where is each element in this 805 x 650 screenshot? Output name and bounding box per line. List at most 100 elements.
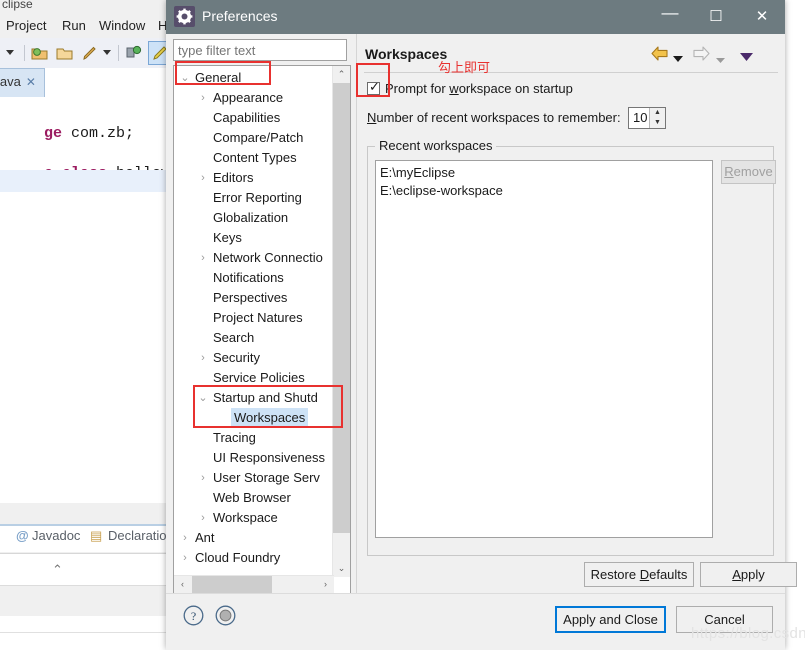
tree-item-label: Network Connectio (213, 250, 323, 265)
tree-item-label: Editors (213, 170, 254, 185)
minimize-button[interactable]: — (647, 0, 693, 34)
page-title: Workspaces (365, 46, 448, 62)
chevron-right-icon[interactable]: › (196, 168, 210, 188)
menu-project[interactable]: Project (6, 18, 46, 33)
filter-input-wrapper[interactable] (173, 39, 347, 61)
preferences-dialog: Preferences — ☐ ✕ ⌄General›AppearanceCap… (166, 0, 805, 650)
recent-count-value[interactable]: 10 (633, 110, 647, 125)
close-button[interactable]: ✕ (739, 0, 785, 34)
workspace-list-item[interactable]: E:\myEclipse (380, 165, 455, 180)
recent-count-label: Number of recent workspaces to remember: (367, 110, 621, 125)
chevron-right-icon[interactable]: › (196, 468, 210, 488)
at-symbol-icon: @ (16, 528, 29, 543)
page-title-divider (364, 72, 778, 73)
vscroll-thumb[interactable] (333, 83, 350, 533)
tree-item-label: Globalization (213, 210, 289, 225)
menu-run[interactable]: Run (62, 18, 86, 33)
chevron-right-icon[interactable]: › (178, 528, 192, 548)
chevron-right-icon[interactable]: › (196, 348, 210, 368)
apply-post: pply (740, 567, 765, 582)
apply-button[interactable]: Apply (700, 562, 797, 587)
open-project-icon[interactable] (31, 44, 49, 62)
maximize-icon: ☐ (709, 8, 723, 25)
chevron-right-icon[interactable]: › (196, 88, 210, 108)
restore-pre: Restore (590, 567, 640, 582)
tree-item-label: User Storage Serv (213, 470, 320, 485)
forward-arrow-icon (693, 46, 710, 66)
filter-input[interactable] (174, 40, 346, 60)
stepper-down-icon[interactable]: ▼ (650, 118, 665, 128)
editor-tab-label: java (0, 74, 21, 89)
background-window-title: clipse (2, 0, 33, 11)
tree-node-list[interactable]: ⌄ General › Appearance Capabilities Compare/P… (174, 66, 334, 578)
annotation-box-general (175, 61, 271, 85)
tree-item-label: Capabilities (213, 110, 281, 125)
chevron-right-icon[interactable]: › (196, 248, 210, 268)
pencil-icon[interactable] (81, 44, 99, 62)
dialog-titlebar: Preferences — ☐ ✕ (166, 0, 785, 34)
chevron-right-icon[interactable]: › (196, 508, 210, 528)
dialog-title: Preferences (202, 8, 278, 24)
preferences-tree[interactable]: ⌄ General › Appearance Capabilities Compare/P… (173, 65, 351, 594)
forward-dropdown-icon (716, 51, 725, 69)
lower-tab-declaration[interactable]: Declaratio (108, 528, 167, 543)
page-menu-dropdown-icon[interactable] (740, 49, 753, 67)
remove-mnemonic: R (724, 164, 734, 179)
record-circle-icon[interactable] (215, 605, 236, 631)
stepper-buttons[interactable]: ▲ ▼ (649, 108, 665, 128)
restore-defaults-button[interactable]: Restore Defaults (584, 562, 694, 587)
remove-button: Remove (721, 160, 776, 184)
chevron-up-icon[interactable]: ⌃ (52, 562, 63, 578)
code-text-package: com.zb; (62, 125, 135, 142)
recent-workspaces-list[interactable]: E:\myEclipse E:\eclipse-workspace (375, 160, 713, 538)
toolbar-caret2-icon[interactable] (103, 50, 111, 55)
tree-item-label: Project Natures (213, 310, 303, 325)
recent-count-stepper[interactable]: 10 ▲ ▼ (628, 107, 666, 129)
editor-tab[interactable]: java ✕ (0, 68, 45, 97)
tree-item-label: Appearance (213, 90, 284, 105)
recent-workspaces-group: Recent workspaces E:\myEclipse E:\eclipse… (367, 138, 776, 556)
stepper-up-icon[interactable]: ▲ (650, 108, 665, 118)
scroll-up-icon[interactable]: ⌃ (333, 66, 350, 83)
group-border-right (773, 146, 774, 556)
page-button-area: Restore Defaults Apply (357, 558, 797, 593)
tree-item-label: Workspace (213, 510, 278, 525)
new-folder-icon[interactable] (56, 44, 74, 62)
scroll-left-icon[interactable]: ‹ (174, 576, 191, 593)
scroll-down-icon[interactable]: ⌄ (333, 560, 350, 577)
tree-item-label: Web Browser (213, 490, 291, 505)
annotation-box-startup (193, 385, 343, 428)
prompt-label-mnemonic: w (449, 81, 459, 96)
prompt-label-post: orkspace on startup (458, 81, 573, 96)
group-border-bottom (367, 555, 774, 556)
workspaces-page: Workspaces ✓ Prompt for workspace on sta… (357, 34, 785, 593)
hscroll-thumb[interactable] (192, 576, 272, 593)
close-icon: ✕ (755, 8, 769, 25)
menu-window[interactable]: Window (99, 18, 145, 33)
tree-item-label: Ant (195, 530, 215, 545)
lower-tab-javadoc[interactable]: Javadoc (32, 528, 80, 543)
back-arrow-icon[interactable] (651, 46, 668, 66)
prompt-label-mid: ompt for (398, 81, 450, 96)
tree-vertical-scrollbar[interactable]: ⌃ ⌄ (332, 66, 350, 577)
code-keyword-package: ge (44, 125, 63, 142)
maximize-button[interactable]: ☐ (693, 0, 739, 34)
apply-and-close-button[interactable]: Apply and Close (555, 606, 666, 633)
prompt-workspace-label: Prompt for workspace on startup (385, 81, 573, 96)
remove-label: emove (733, 164, 773, 179)
toolbar-caret-icon[interactable] (6, 50, 14, 55)
minimize-icon: — (661, 3, 679, 22)
scroll-right-icon[interactable]: › (317, 576, 334, 593)
tree-item-label: Keys (213, 230, 242, 245)
toolbar-separator2 (118, 45, 119, 61)
svg-text:?: ? (191, 609, 196, 623)
question-mark-icon[interactable]: ? (183, 605, 204, 631)
annotation-note: 勾上即可 (438, 60, 491, 75)
workspace-list-item[interactable]: E:\eclipse-workspace (380, 183, 503, 198)
debug-icon[interactable] (125, 44, 143, 62)
chevron-right-icon[interactable]: › (178, 548, 192, 568)
tree-horizontal-scrollbar[interactable]: ‹ › (174, 575, 334, 593)
editor-tab-close-icon[interactable]: ✕ (26, 75, 36, 89)
group-label: Recent workspaces (375, 138, 497, 153)
back-dropdown-icon[interactable] (673, 50, 683, 68)
